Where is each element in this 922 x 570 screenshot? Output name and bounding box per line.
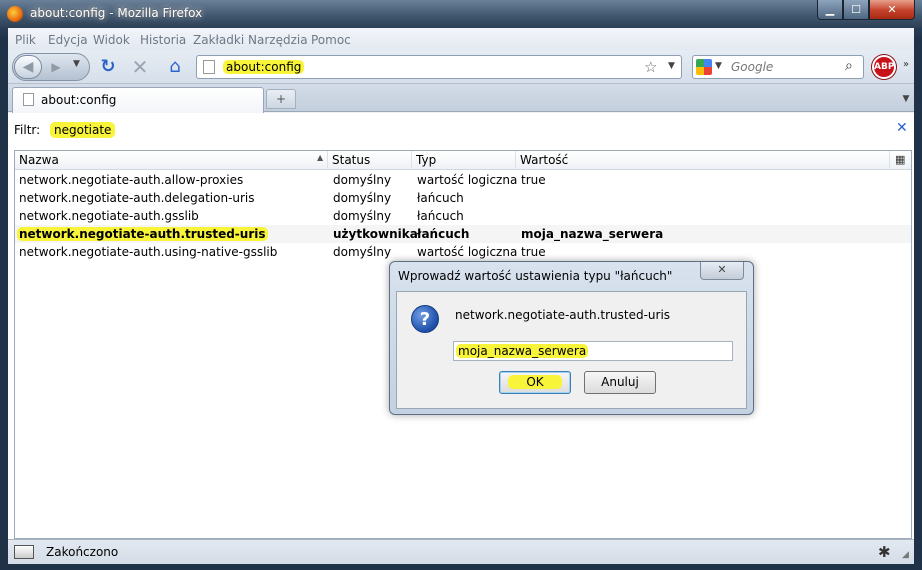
menu-bar: Plik Edycja Widok Historia Zakładki Narz…: [8, 28, 914, 50]
table-row[interactable]: network.negotiate-auth.gsslib domyślny ł…: [15, 207, 911, 225]
column-header-nazwa[interactable]: Nazwa: [15, 151, 328, 170]
column-header-status[interactable]: Status: [328, 151, 412, 170]
tab-about-config[interactable]: about:config: [12, 87, 264, 113]
table-row-selected[interactable]: network.negotiate-auth.trusted-uris użyt…: [15, 225, 911, 243]
tab-bar: about:config + ▼: [8, 84, 914, 113]
table-row[interactable]: network.negotiate-auth.using-native-gssl…: [15, 243, 911, 261]
filter-input[interactable]: negotiate: [50, 122, 116, 138]
filter-label: Filtr:: [14, 123, 41, 137]
column-header-typ[interactable]: Typ: [412, 151, 516, 170]
browser-window: about:config - Mozilla Firefox ▁ ☐ ✕ Pli…: [0, 0, 922, 570]
table-row[interactable]: network.negotiate-auth.allow-proxies dom…: [15, 171, 911, 189]
menu-plik[interactable]: Plik: [15, 33, 36, 47]
url-text[interactable]: about:config: [223, 60, 305, 74]
home-icon[interactable]: ⌂: [165, 57, 185, 77]
history-dropdown-icon[interactable]: ▼: [73, 59, 80, 69]
forward-button[interactable]: ▶: [43, 57, 69, 77]
back-forward-group: ◀ ▶ ▼: [12, 53, 90, 81]
ok-button[interactable]: OK: [499, 371, 571, 394]
navigation-toolbar: ◀ ▶ ▼ ↻ ✕ ⌂ about:config ☆ ▼ ▼ Google ⌕ …: [8, 50, 914, 84]
tab-list-dropdown-icon[interactable]: ▼: [898, 89, 914, 109]
row-name: network.negotiate-auth.allow-proxies: [19, 173, 244, 187]
search-input[interactable]: Google: [731, 60, 773, 74]
menu-pomoc[interactable]: Pomoc: [311, 33, 351, 47]
menu-historia[interactable]: Historia: [140, 33, 186, 47]
window-title: about:config - Mozilla Firefox: [30, 6, 203, 20]
row-status: domyślny: [333, 191, 392, 205]
column-picker-icon[interactable]: ▦: [895, 153, 905, 166]
row-value: true: [521, 173, 546, 187]
status-bar: Zakończono ✱ ◢: [8, 539, 914, 564]
maximize-button[interactable]: ☐: [843, 0, 869, 20]
bookmark-star-icon[interactable]: ☆: [644, 58, 657, 76]
search-engine-dropdown-icon[interactable]: ▼: [715, 61, 722, 71]
row-value: true: [521, 245, 546, 259]
firebug-icon[interactable]: ✱: [878, 543, 891, 561]
row-type: wartość logiczna: [417, 245, 518, 259]
row-type: łańcuch: [417, 209, 464, 223]
table-header: Nazwa ▲ Status Typ Wartość ▦: [15, 151, 911, 170]
dialog-value-text[interactable]: moja_nazwa_serwera: [456, 344, 589, 358]
menu-edycja[interactable]: Edycja: [48, 33, 88, 47]
url-dropdown-icon[interactable]: ▼: [668, 61, 675, 71]
clear-filter-icon[interactable]: ✕: [896, 120, 908, 136]
row-name: network.negotiate-auth.using-native-gssl…: [19, 245, 278, 259]
page-icon: [203, 60, 215, 74]
row-name: network.negotiate-auth.delegation-uris: [19, 191, 255, 205]
reload-icon[interactable]: ↻: [98, 57, 118, 77]
back-button[interactable]: ◀: [14, 55, 42, 79]
minimize-button[interactable]: ▁: [817, 0, 843, 20]
ok-button-label: OK: [508, 375, 562, 389]
prompt-dialog: Wprowadź wartość ustawienia typu "łańcuc…: [389, 261, 754, 415]
row-name: network.negotiate-auth.trusted-uris: [17, 227, 268, 241]
row-status: domyślny: [333, 173, 392, 187]
question-icon: ?: [411, 305, 439, 333]
close-window-button[interactable]: ✕: [869, 0, 915, 20]
row-name: network.negotiate-auth.gsslib: [19, 209, 199, 223]
row-status: użytkownika: [333, 227, 418, 241]
row-status: domyślny: [333, 245, 392, 259]
dialog-body: ? network.negotiate-auth.trusted-uris mo…: [396, 291, 747, 409]
menu-widok[interactable]: Widok: [93, 33, 130, 47]
stop-icon[interactable]: ✕: [130, 57, 150, 77]
new-tab-button[interactable]: +: [266, 89, 296, 109]
search-bar[interactable]: ▼ Google ⌕: [692, 55, 864, 79]
menu-narzedzia[interactable]: Narzędzia: [248, 33, 308, 47]
status-text: Zakończono: [46, 545, 119, 559]
table-row[interactable]: network.negotiate-auth.delegation-uris d…: [15, 189, 911, 207]
url-bar[interactable]: about:config ☆ ▼: [196, 55, 682, 79]
dialog-title: Wprowadź wartość ustawienia typu "łańcuc…: [398, 269, 673, 283]
toolbar-overflow-icon[interactable]: »: [903, 59, 909, 70]
adblock-plus-icon[interactable]: ABP: [872, 55, 896, 79]
firefox-icon: [7, 6, 23, 22]
row-status: domyślny: [333, 209, 392, 223]
menu-zakladki[interactable]: Zakładki: [193, 33, 244, 47]
status-page-icon: [14, 545, 34, 559]
dialog-close-button[interactable]: ✕: [700, 262, 744, 280]
resize-grip-icon[interactable]: ◢: [902, 550, 909, 560]
sort-ascending-icon: ▲: [317, 153, 324, 162]
row-type: łańcuch: [417, 191, 464, 205]
dialog-value-input[interactable]: moja_nazwa_serwera: [453, 341, 733, 361]
column-header-wartosc[interactable]: Wartość: [516, 151, 890, 170]
tab-page-icon: [23, 93, 34, 106]
tab-label: about:config: [41, 93, 117, 107]
cancel-button[interactable]: Anuluj: [584, 371, 656, 394]
row-type: wartość logiczna: [417, 173, 518, 187]
row-type: łańcuch: [417, 227, 470, 241]
row-value: moja_nazwa_serwera: [521, 227, 664, 241]
search-icon[interactable]: ⌕: [845, 58, 853, 74]
title-bar: about:config - Mozilla Firefox ▁ ☐ ✕: [0, 0, 922, 28]
google-icon[interactable]: [696, 59, 712, 75]
dialog-message: network.negotiate-auth.trusted-uris: [455, 308, 671, 322]
